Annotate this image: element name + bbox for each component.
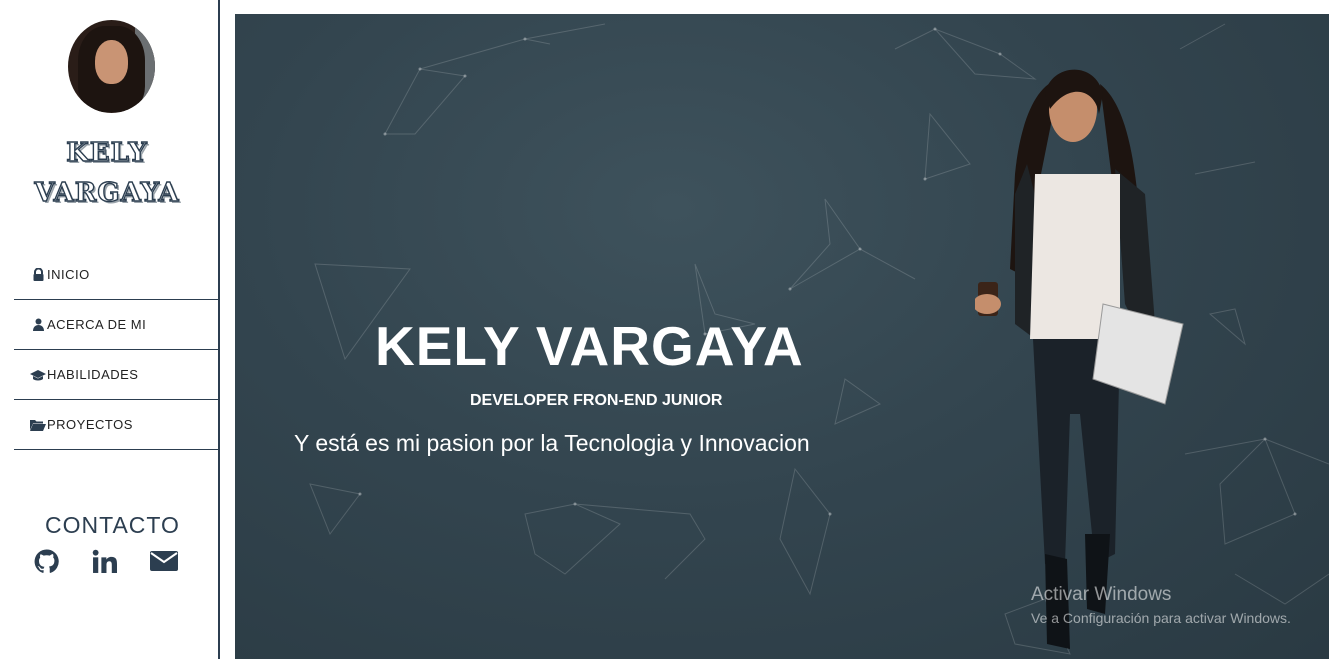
brand-last-name: VARGAYA [34, 177, 180, 208]
folder-open-icon [30, 419, 46, 431]
windows-activation-subtitle: Ve a Configuración para activar Windows. [1031, 610, 1291, 626]
envelope-icon[interactable] [150, 549, 178, 578]
contact-title: CONTACTO [45, 512, 180, 538]
hero-role: DEVELOPER FRON-END JUNIOR [470, 392, 723, 409]
sidebar-item-proyectos[interactable]: PROYECTOS [14, 400, 218, 450]
sidebar-item-label: HABILIDADES [47, 367, 139, 382]
hero-tagline: Y está es mi pasion por la Tecnologia y … [294, 430, 810, 456]
sidebar-item-habilidades[interactable]: HABILIDADES [14, 350, 218, 400]
hero-banner: KELY VARGAYA DEVELOPER FRON-END JUNIOR Y… [235, 14, 1329, 659]
github-icon[interactable] [34, 549, 59, 579]
sidebar-item-label: INICIO [47, 267, 90, 282]
sidebar-item-acerca-de-mi[interactable]: ACERCA DE MI [14, 300, 218, 350]
graduation-cap-icon [30, 369, 46, 381]
sidebar: KELY VARGAYA INICIO ACERCA DE MI HABILID… [0, 0, 220, 659]
sidebar-nav: INICIO ACERCA DE MI HABILIDADES PROYECTO… [14, 250, 218, 450]
hero-name: KELY VARGAYA [375, 315, 804, 377]
user-icon [30, 318, 46, 331]
sidebar-item-label: ACERCA DE MI [47, 317, 147, 332]
sidebar-item-inicio[interactable]: INICIO [14, 250, 218, 300]
windows-activation-title: Activar Windows [1031, 584, 1172, 605]
lock-icon [30, 268, 46, 281]
linkedin-icon[interactable] [92, 549, 117, 579]
profile-photo [975, 69, 1184, 649]
sidebar-item-label: PROYECTOS [47, 417, 133, 432]
brand-first-name: KELY [66, 137, 148, 168]
profile-avatar [68, 20, 155, 113]
